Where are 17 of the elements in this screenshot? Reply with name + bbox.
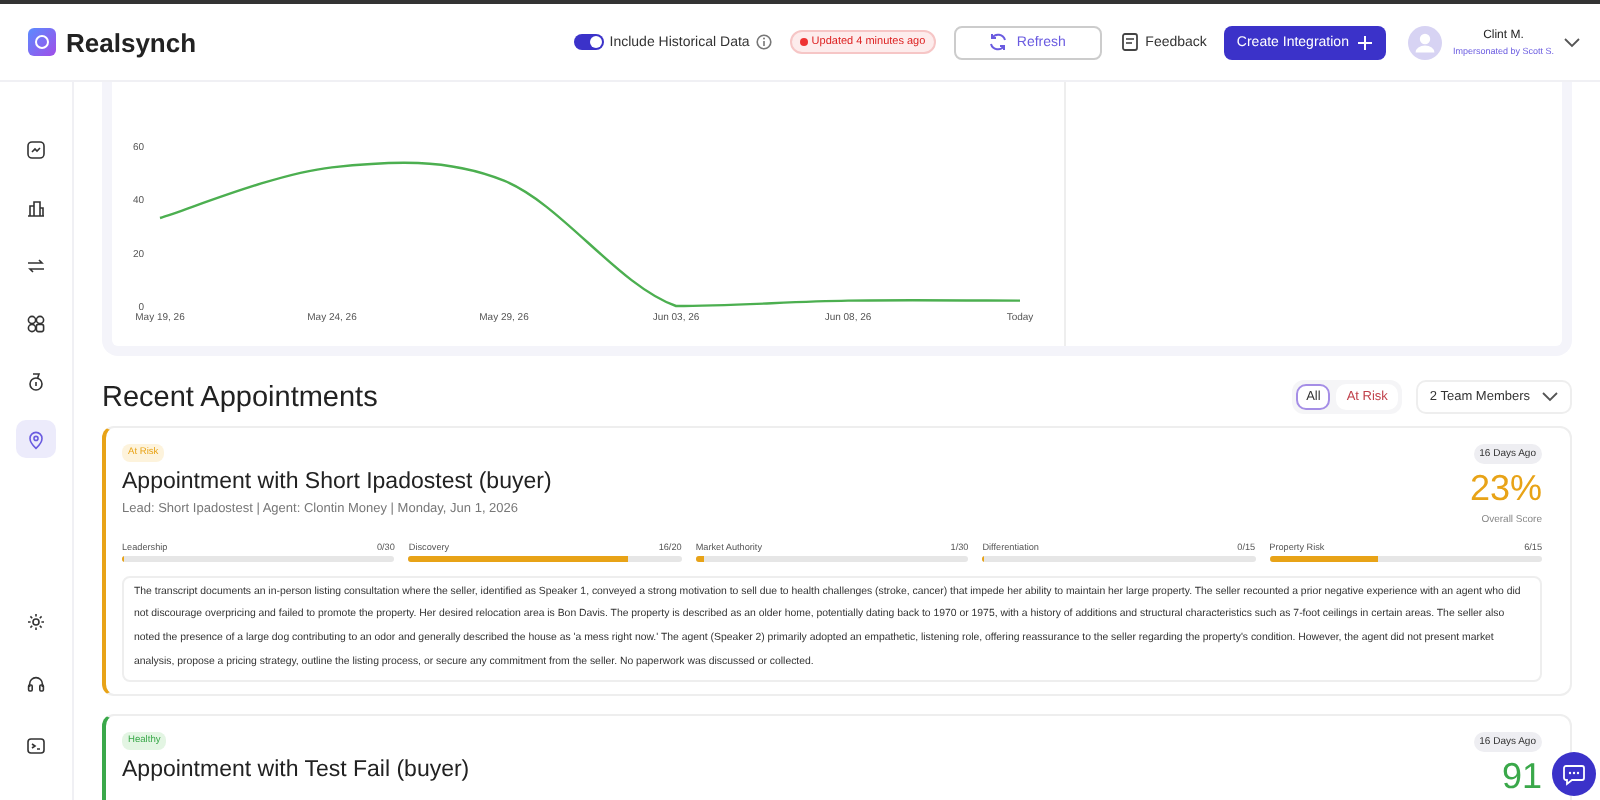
appointment-card[interactable]: [102, 426, 1572, 697]
overall-score: 23%: [1469, 468, 1542, 510]
location-pin-icon[interactable]: [16, 420, 56, 458]
appointment-title: Appointment with Test Fail (buyer): [122, 758, 470, 783]
plus-icon: [1356, 33, 1375, 51]
toggle-switch[interactable]: [573, 34, 604, 50]
chevron-down-icon: [1542, 392, 1558, 402]
appointment-title: Appointment with Short Ipadostest (buyer): [122, 470, 552, 494]
logo-icon: [28, 28, 56, 56]
chevron-down-icon[interactable]: [1564, 37, 1580, 47]
info-icon: [755, 34, 772, 50]
chat-bubble-icon: [1562, 762, 1586, 786]
section-title: Recent Appointments: [102, 381, 378, 413]
brand-name: Realsynch: [66, 27, 197, 57]
overall-score: 91: [1501, 756, 1542, 799]
refresh-icon: [988, 32, 1009, 52]
document-icon: [1119, 32, 1140, 52]
